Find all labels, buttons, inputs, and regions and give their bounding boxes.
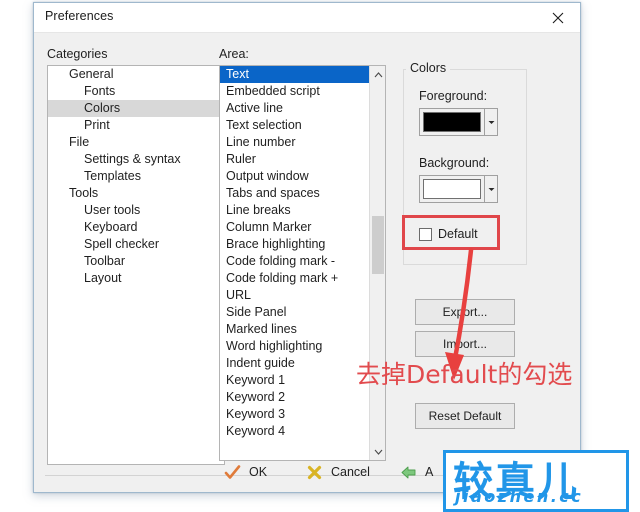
- watermark: 较真儿 jiaozhen.cc: [443, 450, 629, 512]
- categories-list-inner: General Fonts Colors Print File Settings…: [48, 66, 224, 464]
- area-item-line-number[interactable]: Line number: [220, 134, 369, 151]
- green-left-arrow-icon: [401, 466, 416, 478]
- ok-button-label: OK: [249, 465, 268, 479]
- area-item-keyword-3[interactable]: Keyword 3: [220, 406, 369, 423]
- area-item-keyword-2[interactable]: Keyword 2: [220, 389, 369, 406]
- area-item-side-panel[interactable]: Side Panel: [220, 304, 369, 321]
- category-item-layout[interactable]: Layout: [48, 270, 224, 287]
- dialog-titlebar: Preferences: [34, 3, 580, 33]
- dialog-title: Preferences: [45, 9, 114, 23]
- area-label: Area:: [219, 47, 249, 61]
- categories-label: Categories: [47, 47, 108, 61]
- area-item-tabs-and-spaces[interactable]: Tabs and spaces: [220, 185, 369, 202]
- area-item-brace-highlighting[interactable]: Brace highlighting: [220, 236, 369, 253]
- apply-button-label: A: [425, 465, 434, 479]
- category-item-tools[interactable]: Tools: [48, 185, 224, 202]
- close-icon[interactable]: [535, 3, 580, 32]
- category-item-keyboard[interactable]: Keyboard: [48, 219, 224, 236]
- watermark-en-text: jiaozhen.cc: [455, 487, 584, 506]
- area-item-word-highlighting[interactable]: Word highlighting: [220, 338, 369, 355]
- area-item-code-folding-plus[interactable]: Code folding mark +: [220, 270, 369, 287]
- category-item-fonts[interactable]: Fonts: [48, 83, 224, 100]
- foreground-swatch-fill: [423, 112, 481, 132]
- cancel-button[interactable]: Cancel: [306, 459, 370, 485]
- foreground-swatch[interactable]: [419, 108, 485, 136]
- area-item-indent-guide[interactable]: Indent guide: [220, 355, 369, 372]
- foreground-color-picker[interactable]: [419, 108, 498, 136]
- category-item-user-tools[interactable]: User tools: [48, 202, 224, 219]
- area-item-url[interactable]: URL: [220, 287, 369, 304]
- category-item-toolbar[interactable]: Toolbar: [48, 253, 224, 270]
- area-item-marked-lines[interactable]: Marked lines: [220, 321, 369, 338]
- category-item-print[interactable]: Print: [48, 117, 224, 134]
- ok-button[interactable]: OK: [224, 459, 267, 485]
- area-listbox[interactable]: Text Embedded script Active line Text se…: [219, 65, 386, 461]
- area-item-keyword-4[interactable]: Keyword 4: [220, 423, 369, 440]
- x-mark-icon: [307, 465, 322, 479]
- area-item-text-selection[interactable]: Text selection: [220, 117, 369, 134]
- area-item-active-line[interactable]: Active line: [220, 100, 369, 117]
- category-item-spell-checker[interactable]: Spell checker: [48, 236, 224, 253]
- area-item-text[interactable]: Text: [220, 66, 369, 83]
- area-item-embedded-script[interactable]: Embedded script: [220, 83, 369, 100]
- chevron-down-icon[interactable]: [485, 108, 498, 136]
- area-item-ruler[interactable]: Ruler: [220, 151, 369, 168]
- checkmark-icon: [224, 464, 241, 479]
- colors-group-title: Colors: [406, 61, 451, 75]
- background-swatch-fill: [423, 179, 481, 199]
- annotation-note-text: 去掉Default的勾选: [356, 360, 573, 389]
- category-item-general[interactable]: General: [48, 66, 224, 83]
- area-item-keyword-1[interactable]: Keyword 1: [220, 372, 369, 389]
- category-item-file[interactable]: File: [48, 134, 224, 151]
- background-label: Background:: [419, 156, 490, 170]
- background-color-picker[interactable]: [419, 175, 498, 203]
- foreground-label: Foreground:: [419, 89, 488, 103]
- chevron-down-icon[interactable]: [485, 175, 498, 203]
- category-item-colors[interactable]: Colors: [48, 100, 224, 117]
- area-scrollbar[interactable]: [369, 66, 385, 460]
- reset-default-button[interactable]: Reset Default: [415, 403, 515, 429]
- area-item-line-breaks[interactable]: Line breaks: [220, 202, 369, 219]
- area-item-column-marker[interactable]: Column Marker: [220, 219, 369, 236]
- annotation-highlight-rect: [402, 215, 500, 250]
- screenshot-root: Preferences Categories General Fonts Col…: [0, 0, 640, 512]
- area-item-output-window[interactable]: Output window: [220, 168, 369, 185]
- background-swatch[interactable]: [419, 175, 485, 203]
- area-scrollbar-thumb[interactable]: [372, 216, 384, 274]
- apply-button[interactable]: A: [400, 459, 433, 485]
- area-list-inner: Text Embedded script Active line Text se…: [220, 66, 385, 460]
- categories-listbox[interactable]: General Fonts Colors Print File Settings…: [47, 65, 225, 465]
- chevron-down-icon[interactable]: [370, 443, 385, 460]
- category-item-settings-syntax[interactable]: Settings & syntax: [48, 151, 224, 168]
- cancel-button-label: Cancel: [331, 465, 370, 479]
- category-item-templates[interactable]: Templates: [48, 168, 224, 185]
- area-item-code-folding-minus[interactable]: Code folding mark -: [220, 253, 369, 270]
- chevron-up-icon[interactable]: [370, 66, 385, 83]
